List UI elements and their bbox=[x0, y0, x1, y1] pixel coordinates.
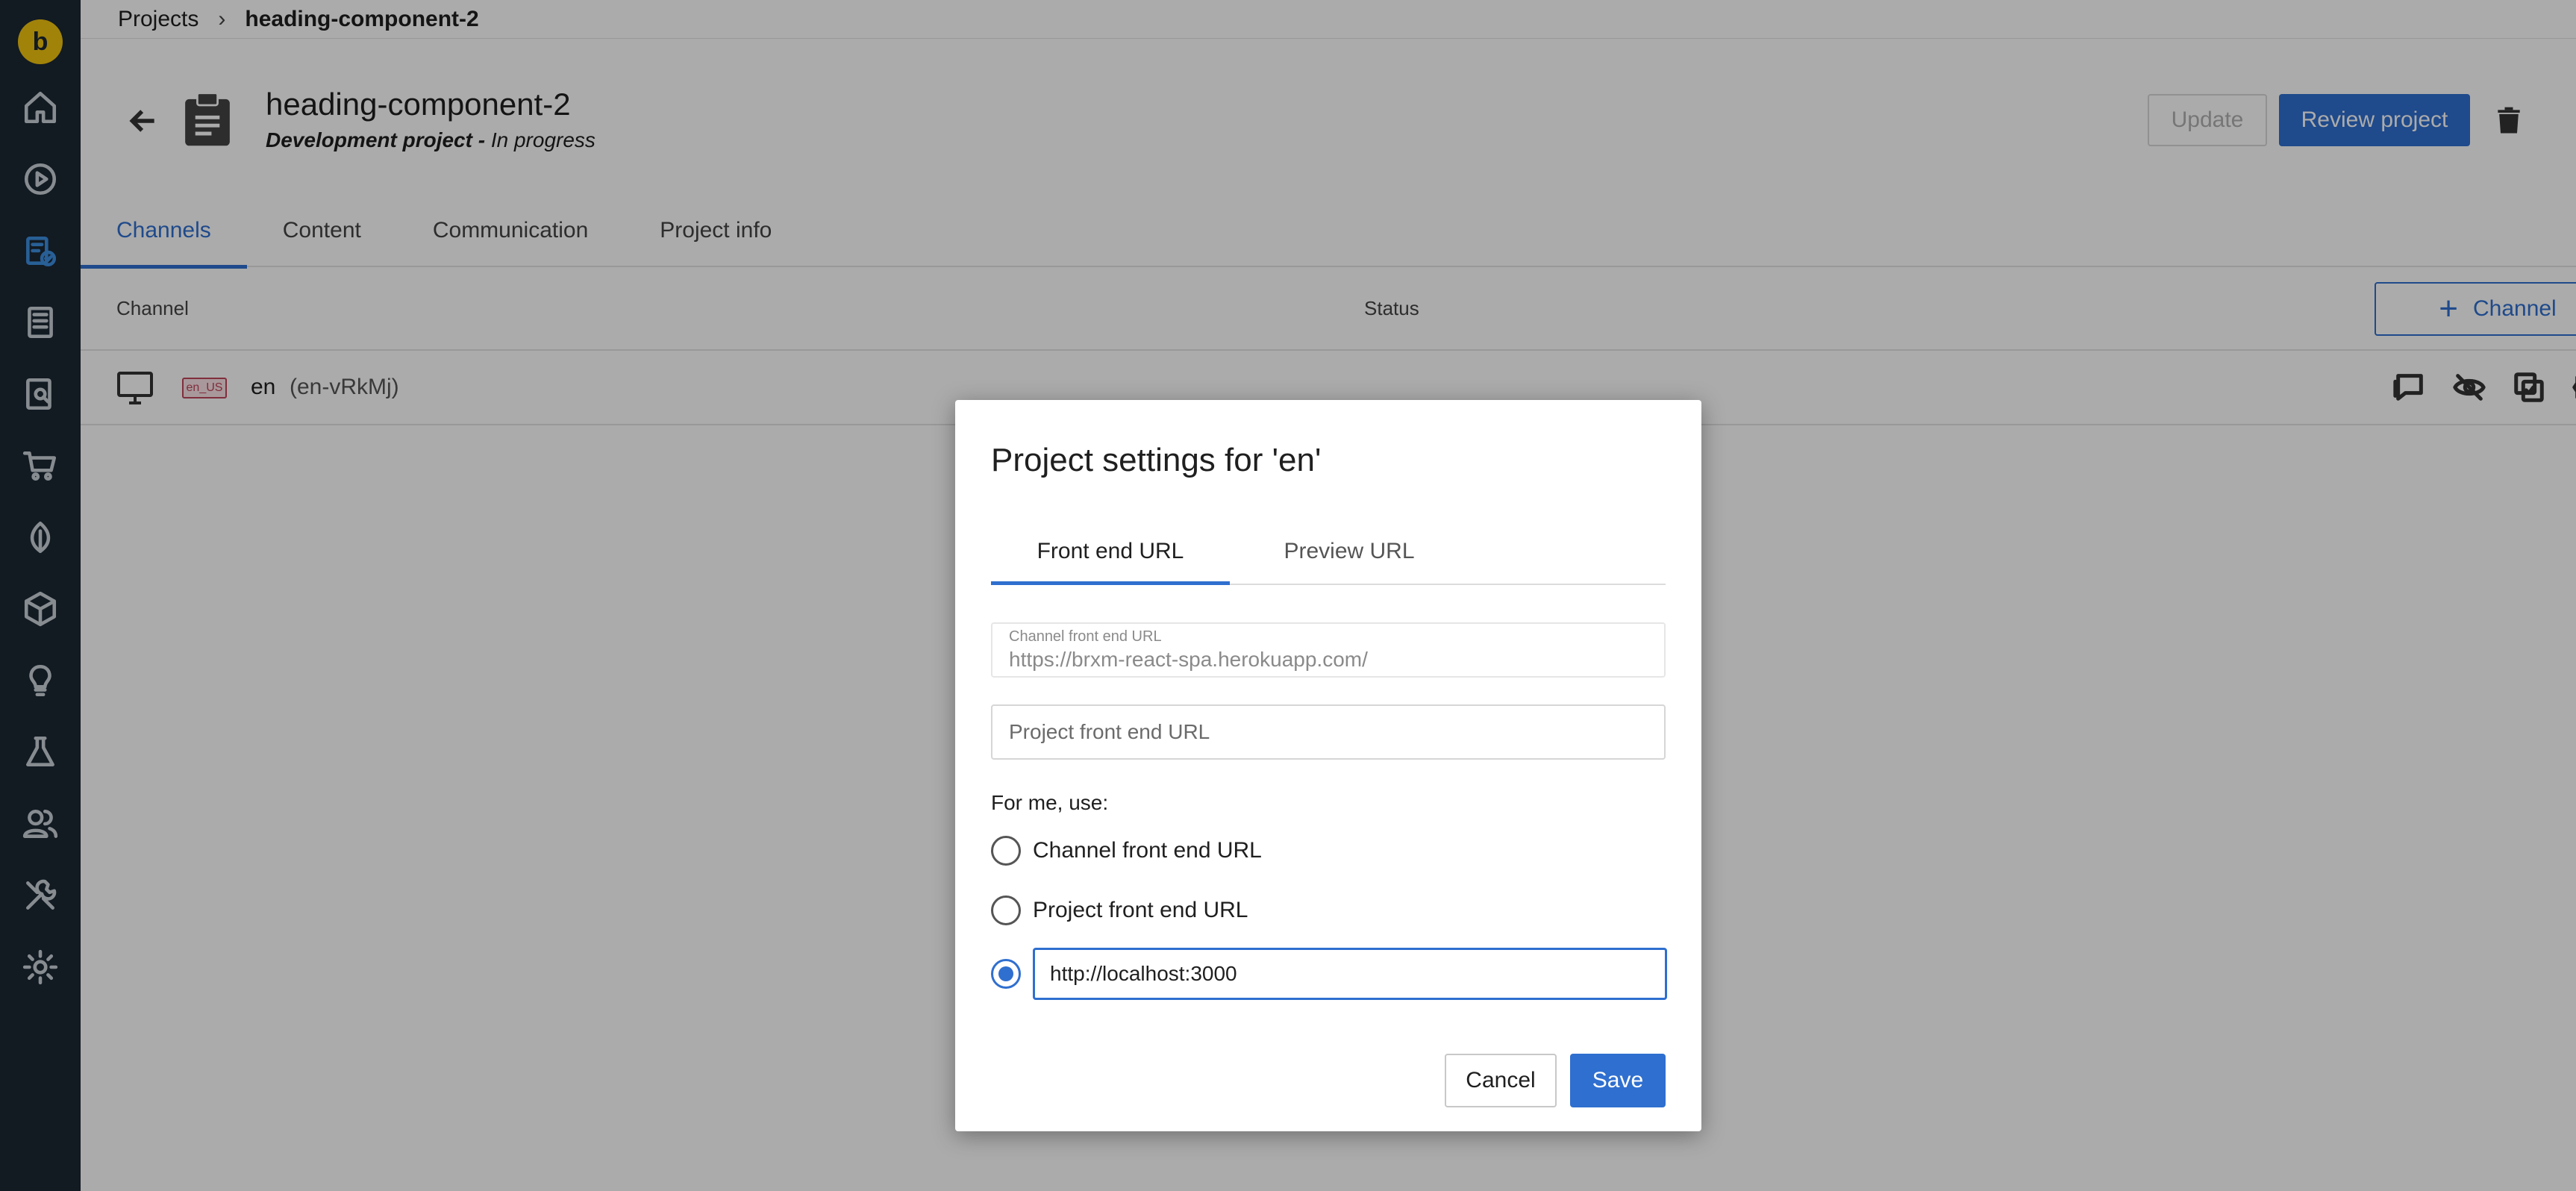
dialog-title: Project settings for 'en' bbox=[991, 442, 1322, 478]
for-me-label: For me, use: bbox=[991, 791, 1109, 814]
project-settings-dialog: Project settings for 'en' Front end URL … bbox=[955, 400, 1701, 1131]
channel-front-end-url-field: Channel front end URL https://brxm-react… bbox=[991, 622, 1666, 678]
radio-project-url[interactable] bbox=[991, 895, 1021, 925]
channel-front-end-url-value: https://brxm-react-spa.herokuapp.com/ bbox=[1009, 648, 1368, 671]
radio-channel-url[interactable] bbox=[991, 836, 1021, 866]
radio-custom-url[interactable] bbox=[991, 959, 1021, 989]
dialog-tabs: Front end URL Preview URL bbox=[991, 512, 1666, 585]
cancel-button[interactable]: Cancel bbox=[1445, 1054, 1557, 1107]
tab-preview-url[interactable]: Preview URL bbox=[1230, 512, 1469, 584]
radio-channel-url-label: Channel front end URL bbox=[1033, 838, 1262, 863]
project-front-end-url-input[interactable] bbox=[991, 704, 1666, 760]
radio-project-url-label: Project front end URL bbox=[1033, 898, 1248, 922]
option-channel-url[interactable]: Channel front end URL bbox=[991, 836, 1262, 866]
custom-url-input[interactable] bbox=[1033, 948, 1667, 1000]
option-custom-url[interactable] bbox=[991, 948, 1667, 1000]
tab-front-end-url[interactable]: Front end URL bbox=[991, 512, 1230, 585]
save-button[interactable]: Save bbox=[1570, 1054, 1666, 1107]
option-project-url[interactable]: Project front end URL bbox=[991, 895, 1248, 925]
channel-front-end-url-label: Channel front end URL bbox=[1009, 628, 1162, 645]
app-root: b Projects › heading-component-2 heading… bbox=[0, 0, 2576, 1191]
